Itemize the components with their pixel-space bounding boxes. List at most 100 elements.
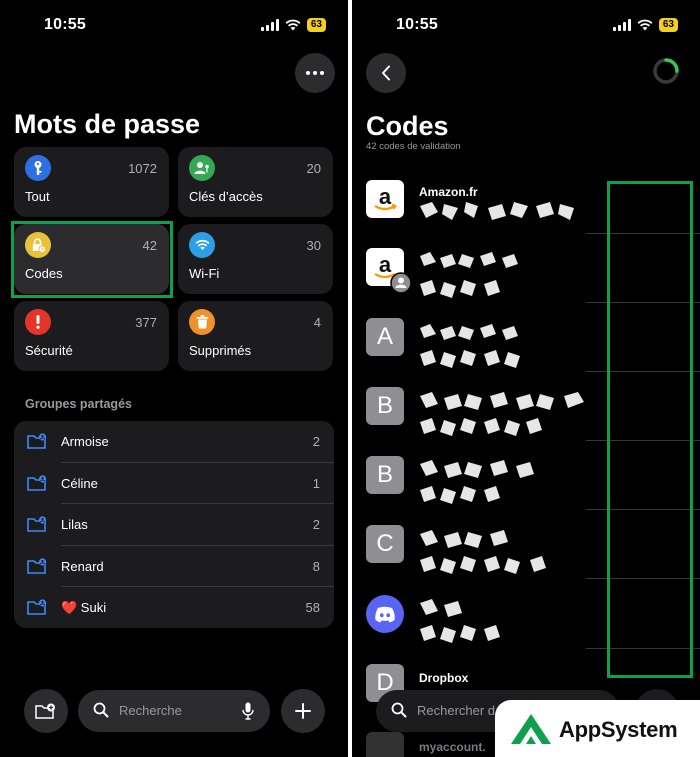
group-count: 58 [305, 600, 320, 615]
letter-icon [366, 732, 404, 757]
blurred-text [420, 324, 518, 340]
tile-count: 30 [306, 238, 321, 253]
tile-label: Clés d’accès [189, 189, 263, 204]
tile-count: 1072 [128, 161, 157, 176]
search-placeholder: Recherche [119, 703, 182, 718]
tile-deleted[interactable]: 4 Supprimés [178, 301, 333, 371]
group-name: ❤️ Suki [61, 600, 107, 615]
group-name: Lilas [61, 517, 88, 532]
row-title: Dropbox [419, 671, 469, 685]
list-item[interactable]: Lilas 2 [14, 504, 334, 546]
countdown-timer-icon [653, 58, 679, 84]
svg-text:a: a [379, 184, 392, 209]
search-placeholder: Rechercher d [417, 703, 496, 718]
shared-folder-icon [27, 516, 47, 532]
group-count: 1 [312, 475, 320, 491]
blurred-text [420, 530, 508, 548]
wifi-icon [189, 232, 215, 258]
tile-label: Sécurité [25, 343, 73, 358]
tile-count: 20 [306, 161, 321, 176]
tile-all[interactable]: 1072 Tout [14, 147, 169, 217]
person-key-icon [189, 155, 215, 181]
page-title: Codes [366, 111, 449, 141]
plus-icon [295, 703, 311, 719]
tile-count: 377 [135, 315, 157, 330]
tile-passkeys[interactable]: 20 Clés d’accès [178, 147, 333, 217]
row-title: Amazon.fr [419, 185, 478, 199]
blurred-text [420, 392, 584, 410]
status-time: 10:55 [396, 16, 438, 33]
shared-folder-icon [27, 599, 47, 615]
search-icon [93, 702, 109, 718]
back-button[interactable] [366, 53, 406, 93]
highlight-box [607, 181, 693, 678]
letter-icon: B [366, 456, 404, 494]
shared-folder-icon [27, 557, 47, 574]
exclamation-icon [25, 309, 51, 335]
blurred-text [420, 252, 518, 268]
row-letter: C [376, 530, 394, 557]
amazon-shared-icon: a [366, 248, 412, 294]
blurred-code [420, 418, 542, 436]
ellipsis-icon [306, 71, 324, 75]
search-input[interactable]: Recherche [78, 690, 270, 732]
passwords-screen: 10:55 63 Mots de passe 1072 Tout 20 Clés… [0, 0, 348, 757]
blurred-code [420, 202, 574, 220]
row-letter: A [376, 323, 393, 350]
appsystem-logo-icon [511, 714, 551, 744]
shared-folder-icon [27, 433, 47, 449]
shared-folder-icon [27, 474, 47, 491]
row-letter: B [376, 461, 393, 488]
blurred-code [420, 350, 520, 368]
page-title: Mots de passe [14, 109, 201, 139]
wifi-icon [637, 19, 653, 31]
folder-add-icon [35, 703, 55, 719]
add-button[interactable] [281, 689, 325, 733]
search-icon [391, 702, 407, 718]
blurred-code [420, 280, 500, 298]
letter-icon: C [366, 525, 404, 563]
discord-icon [366, 595, 404, 633]
blurred-code [420, 625, 500, 643]
blurred-text [420, 599, 462, 617]
tile-label: Wi-Fi [189, 266, 220, 281]
status-time: 10:55 [44, 16, 86, 33]
chevron-left-icon [382, 65, 390, 81]
tile-wifi[interactable]: 30 Wi-Fi [178, 224, 333, 294]
shared-groups-list: Armoise 2 Céline 1 Lilas 2 Renard 8 ❤️ S… [14, 421, 334, 628]
row-letter: B [376, 392, 393, 419]
blurred-code [420, 486, 500, 504]
trash-icon [189, 309, 215, 335]
status-bar: 10:55 63 [352, 16, 700, 38]
blurred-text [420, 460, 534, 478]
group-name: Renard [61, 558, 104, 574]
list-item[interactable]: Renard 8 [14, 546, 334, 587]
appsystem-logo: AppSystem [495, 700, 700, 757]
appsystem-logo-text: AppSystem [559, 717, 678, 742]
list-item[interactable]: Armoise 2 [14, 421, 334, 463]
list-item[interactable]: Céline 1 [14, 463, 334, 504]
row-title: myaccount. [419, 740, 486, 754]
codes-count-subtitle: 42 codes de validation [366, 141, 461, 152]
highlight-box [11, 221, 173, 298]
group-count: 2 [312, 434, 320, 449]
list-item[interactable]: ❤️ Suki 58 [14, 587, 334, 629]
tile-label: Supprimés [189, 343, 252, 358]
codes-screen: 10:55 63 Codes 42 codes de validation a … [352, 0, 700, 757]
microphone-icon[interactable] [242, 702, 254, 720]
group-count: 8 [312, 558, 320, 574]
more-options-button[interactable] [295, 53, 335, 93]
battery-icon: 63 [658, 18, 678, 32]
new-group-button[interactable] [24, 689, 68, 733]
tile-count: 4 [313, 315, 321, 330]
cellular-signal-icon [260, 19, 279, 31]
key-icon [25, 155, 51, 181]
shared-user-icon [390, 272, 412, 294]
shared-groups-label: Groupes partagés [25, 397, 132, 411]
blurred-code [420, 556, 546, 574]
tile-security[interactable]: 377 Sécurité [14, 301, 169, 371]
amazon-icon: a [366, 180, 404, 218]
cellular-signal-icon [612, 19, 631, 31]
group-count: 2 [312, 517, 320, 532]
wifi-icon [285, 19, 301, 31]
